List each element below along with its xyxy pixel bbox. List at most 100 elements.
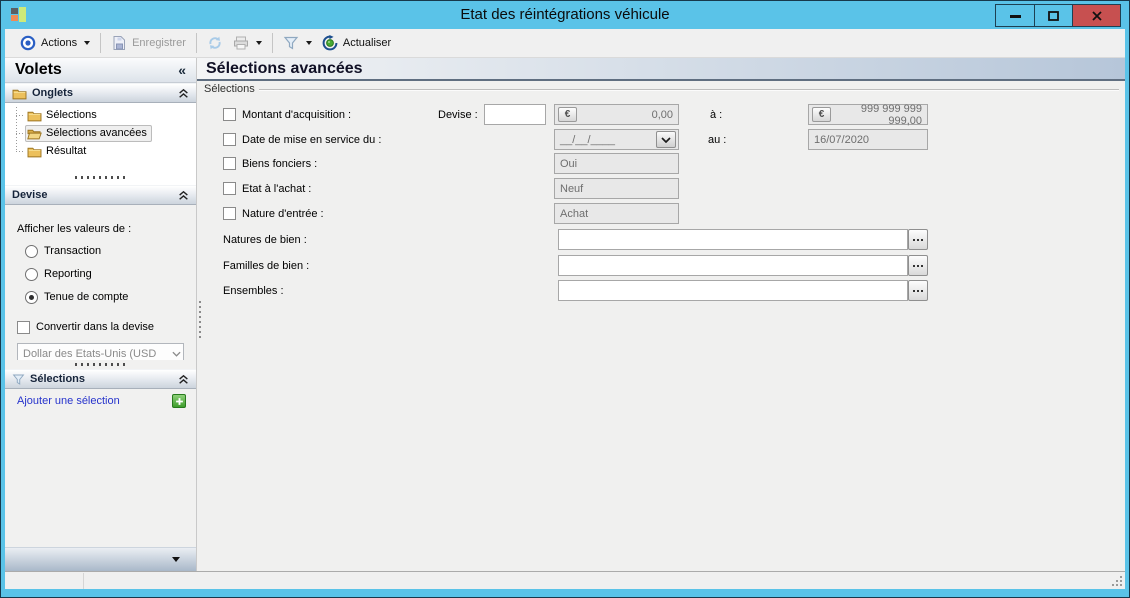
close-icon: [1091, 10, 1102, 21]
tree-item-selections[interactable]: Sélections: [5, 106, 196, 124]
checkbox-icon: [223, 157, 236, 170]
biens-fonciers-checkbox[interactable]: Biens fonciers :: [223, 157, 317, 170]
splitter-grip-vertical[interactable]: [199, 301, 201, 341]
tree-item-resultat[interactable]: Résultat: [5, 142, 196, 160]
onglets-tree: Sélections Sélections avancées Résultat: [5, 103, 196, 185]
etat-achat-checkbox[interactable]: Etat à l'achat :: [223, 182, 311, 195]
nature-entree-label: Nature d'entrée :: [242, 207, 324, 220]
section-label-selections: Sélections: [30, 373, 86, 385]
page-title: Sélections avancées: [206, 59, 363, 77]
radio-checked-icon: [25, 290, 38, 304]
app-window: Etat des réintégrations véhicule Actions: [0, 0, 1130, 598]
print-caret-icon: [255, 41, 262, 45]
devise-code-input[interactable]: [484, 104, 546, 125]
date-service-label: Date de mise en service du :: [242, 133, 382, 146]
date-to-label: au :: [708, 134, 727, 146]
chevron-up-double-icon[interactable]: [178, 88, 189, 99]
minimize-icon: [1009, 14, 1021, 18]
filter-caret-icon: [305, 41, 312, 45]
chevron-up-double-icon[interactable]: [178, 190, 189, 201]
radio-label: Tenue de compte: [44, 291, 129, 303]
funnel-icon: [12, 374, 25, 385]
radio-tenue-de-compte[interactable]: Tenue de compte: [25, 290, 184, 304]
chevron-down-icon: [172, 557, 180, 562]
actualiser-label: Actualiser: [342, 37, 392, 49]
ensembles-input[interactable]: [558, 280, 908, 301]
status-cell: [5, 573, 84, 589]
window-body: Volets « Onglets Sélections Sélections a…: [5, 58, 1125, 571]
section-header-onglets[interactable]: Onglets: [5, 83, 196, 103]
date-dropdown-button[interactable]: [656, 131, 676, 148]
convert-currency-checkbox[interactable]: Convertir dans la devise: [17, 320, 184, 334]
montant-from-field: € 0,00: [554, 104, 679, 125]
chevron-down-icon: [172, 351, 181, 357]
radio-label: Reporting: [44, 268, 92, 280]
actions-caret-icon: [84, 41, 91, 45]
natures-bien-input[interactable]: [558, 229, 908, 250]
checkbox-icon: [223, 108, 236, 121]
minimize-button[interactable]: [996, 5, 1034, 26]
checkbox-icon: [223, 182, 236, 195]
actions-button[interactable]: Actions: [15, 32, 95, 54]
natures-bien-browse-button[interactable]: [908, 229, 928, 250]
sync-arrows-icon: [209, 36, 221, 50]
actions-label: Actions: [41, 37, 78, 49]
show-values-label: Afficher les valeurs de :: [17, 223, 132, 235]
date-service-checkbox[interactable]: Date de mise en service du :: [223, 133, 381, 146]
currency-eur-button[interactable]: €: [812, 107, 831, 122]
currency-eur-button[interactable]: €: [558, 107, 577, 122]
familles-bien-browse-button[interactable]: [908, 255, 928, 276]
add-selection-button[interactable]: [172, 394, 186, 408]
currency-select[interactable]: Dollar des Etats-Unis (USD: [17, 343, 184, 360]
checkbox-icon: [223, 207, 236, 220]
main-panel: Sélections avancées Sélections Montant d…: [197, 58, 1125, 571]
refresh-data-button[interactable]: [202, 32, 228, 54]
chevron-up-double-icon[interactable]: [178, 374, 189, 385]
radio-transaction[interactable]: Transaction: [25, 244, 184, 258]
actualiser-button[interactable]: Actualiser: [317, 32, 396, 54]
collapse-sidebar-icon[interactable]: «: [178, 62, 186, 78]
print-button[interactable]: [228, 32, 267, 54]
biens-fonciers-value: Oui: [560, 157, 578, 170]
checkbox-label: Convertir dans la devise: [36, 321, 155, 333]
toolbar-separator: [271, 33, 273, 53]
nature-entree-checkbox[interactable]: Nature d'entrée :: [223, 207, 324, 220]
window-frame: Actions Enregistrer Actualiser Volets « …: [5, 29, 1125, 589]
montant-label: Montant d'acquisition :: [242, 108, 352, 121]
montant-checkbox[interactable]: Montant d'acquisition :: [223, 108, 351, 121]
page-title-bar: Sélections avancées: [197, 58, 1125, 81]
natures-bien-label: Natures de bien :: [223, 234, 307, 246]
section-header-selections[interactable]: Sélections: [5, 369, 196, 389]
currency-value: Dollar des Etats-Unis (USD: [23, 347, 157, 360]
printer-icon: [233, 36, 248, 50]
nature-entree-field: Achat: [554, 203, 679, 224]
sidebar-title: Volets: [15, 61, 62, 78]
splitter-grip[interactable]: [75, 176, 127, 179]
splitter-grip[interactable]: [74, 363, 127, 366]
familles-bien-label: Familles de bien :: [223, 260, 310, 272]
biens-fonciers-label: Biens fonciers :: [242, 157, 318, 170]
radio-reporting[interactable]: Reporting: [25, 267, 184, 281]
familles-bien-input[interactable]: [558, 255, 908, 276]
groupbox-label: Sélections: [204, 83, 255, 95]
resize-grip[interactable]: [1112, 576, 1123, 587]
montant-to-label: à :: [710, 109, 723, 121]
add-selection-link[interactable]: Ajouter une sélection: [17, 395, 172, 407]
folder-open-icon: [27, 129, 42, 139]
maximize-button[interactable]: [1034, 5, 1072, 26]
sidebar-collapse-strip[interactable]: [5, 547, 196, 571]
montant-from-value: 0,00: [651, 108, 673, 121]
etat-achat-label: Etat à l'achat :: [242, 182, 312, 195]
window-title: Etat des réintégrations véhicule: [460, 6, 670, 23]
save-button[interactable]: Enregistrer: [106, 32, 191, 54]
tree-item-selections-avancees[interactable]: Sélections avancées: [5, 124, 196, 142]
status-bar: [5, 571, 1125, 589]
sidebar-header: Volets «: [5, 58, 196, 83]
close-button[interactable]: [1072, 5, 1120, 26]
date-from-combo[interactable]: __/__/____: [554, 129, 679, 150]
montant-to-value: 999 999 999 999,00: [860, 102, 922, 127]
ensembles-browse-button[interactable]: [908, 280, 928, 301]
chevron-down-icon: [661, 136, 671, 143]
section-header-devise[interactable]: Devise: [5, 185, 196, 205]
filter-button[interactable]: [278, 32, 317, 54]
